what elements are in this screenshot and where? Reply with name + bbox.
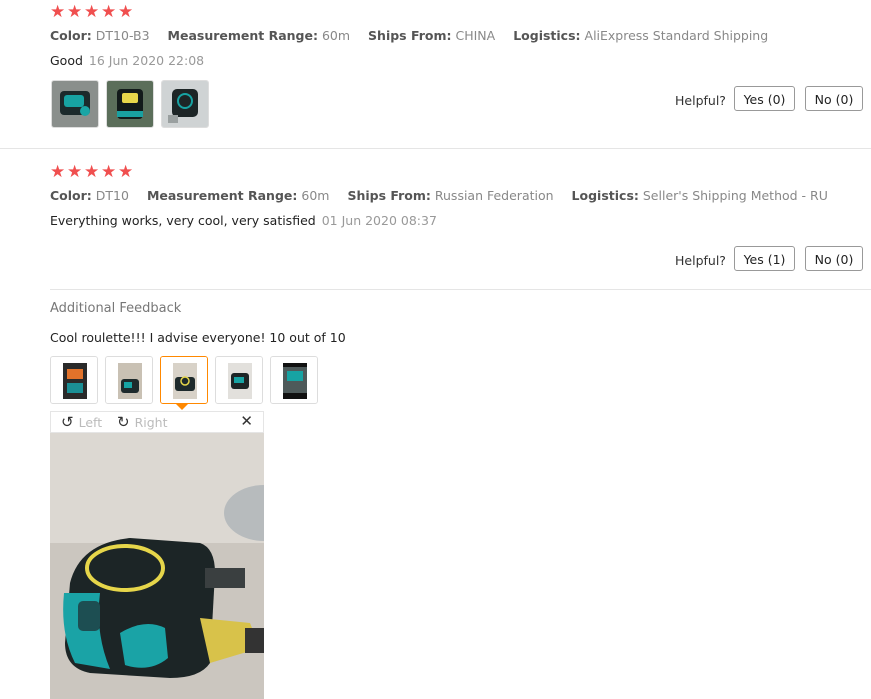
additional-photo-thumb[interactable]: [50, 356, 98, 404]
photo-image: [51, 357, 97, 403]
prop-value: CHINA: [455, 28, 496, 43]
helpful-no-button[interactable]: No (0): [805, 246, 863, 271]
star-icon: ★: [67, 2, 83, 22]
photo-image: [216, 357, 262, 403]
review-properties: Color: DT10 Measurement Range: 60m Ships…: [50, 188, 842, 203]
review-date: 01 Jun 2020 08:37: [321, 213, 437, 228]
additional-feedback-text: Cool roulette!!! I advise everyone! 10 o…: [50, 330, 346, 345]
prop-key: Color:: [50, 188, 92, 203]
prop-value: Seller's Shipping Method - RU: [642, 188, 828, 203]
photo-image: [162, 81, 208, 127]
photo-image: [107, 81, 153, 127]
prop-value: 60m: [301, 188, 330, 203]
rotate-right-icon: ↻: [117, 413, 130, 431]
prop-key: Logistics:: [571, 188, 639, 203]
review-body: Everything works, very cool, very satisf…: [50, 213, 316, 228]
review-photo-thumb[interactable]: [51, 80, 99, 128]
additional-photo-thumb[interactable]: [105, 356, 153, 404]
rotate-left-button[interactable]: ↺ Left: [61, 413, 102, 431]
additional-divider: [50, 289, 871, 290]
additional-photo-thumb[interactable]: [215, 356, 263, 404]
star-icon: ★: [50, 2, 66, 22]
star-icon: ★: [84, 162, 100, 182]
rating-stars: ★ ★ ★ ★ ★: [50, 4, 133, 21]
prop-key: Logistics:: [513, 28, 581, 43]
prop-key: Measurement Range:: [146, 188, 298, 203]
additional-photo-thumb[interactable]: [270, 356, 318, 404]
star-icon: ★: [118, 2, 134, 22]
star-icon: ★: [84, 2, 100, 22]
prop-key: Color:: [50, 28, 92, 43]
tape-measure-photo: [50, 433, 264, 699]
close-icon[interactable]: ✕: [240, 412, 253, 430]
review-properties: Color: DT10-B3 Measurement Range: 60m Sh…: [50, 28, 782, 43]
star-icon: ★: [50, 162, 66, 182]
prop-value: DT10-B3: [95, 28, 150, 43]
star-icon: ★: [118, 162, 134, 182]
helpful-yes-button[interactable]: Yes (0): [734, 86, 795, 111]
prop-key: Ships From:: [368, 28, 452, 43]
star-icon: ★: [67, 162, 83, 182]
selected-photo-caret: [176, 404, 188, 410]
review-photo-thumb[interactable]: [106, 80, 154, 128]
photo-image: [271, 357, 317, 403]
rotate-left-label: Left: [78, 414, 103, 430]
photo-image: [52, 81, 98, 127]
helpful-yes-button[interactable]: Yes (1): [734, 246, 795, 271]
review-text: Everything works, very cool, very satisf…: [50, 213, 437, 228]
star-icon: ★: [101, 2, 117, 22]
photo-image: [161, 357, 207, 403]
rating-stars: ★ ★ ★ ★ ★: [50, 164, 133, 181]
prop-key: Measurement Range:: [167, 28, 318, 43]
prop-key: Ships From:: [347, 188, 431, 203]
additional-photo-thumb-selected[interactable]: [160, 356, 208, 404]
helpful-label: Helpful?: [675, 253, 726, 268]
review-body: Good: [50, 53, 83, 68]
image-viewer-toolbar: ↺ Left ↻ Right ✕: [50, 411, 264, 433]
rotate-right-button[interactable]: ↻ Right: [117, 413, 168, 431]
additional-feedback-heading: Additional Feedback: [50, 301, 182, 316]
image-viewer-photo: [50, 433, 264, 699]
photo-image: [106, 357, 152, 403]
prop-value: Russian Federation: [434, 188, 554, 203]
review-date: 16 Jun 2020 22:08: [88, 53, 205, 68]
helpful-no-button[interactable]: No (0): [805, 86, 863, 111]
prop-value: DT10: [95, 188, 129, 203]
prop-value: 60m: [321, 28, 351, 43]
rotate-left-icon: ↺: [61, 413, 74, 431]
helpful-label: Helpful?: [675, 93, 726, 108]
review-text: Good 16 Jun 2020 22:08: [50, 53, 204, 68]
star-icon: ★: [101, 162, 117, 182]
rotate-right-label: Right: [134, 414, 168, 430]
prop-value: AliExpress Standard Shipping: [584, 28, 769, 43]
review-photo-thumb[interactable]: [161, 80, 209, 128]
review-divider: [0, 148, 871, 149]
